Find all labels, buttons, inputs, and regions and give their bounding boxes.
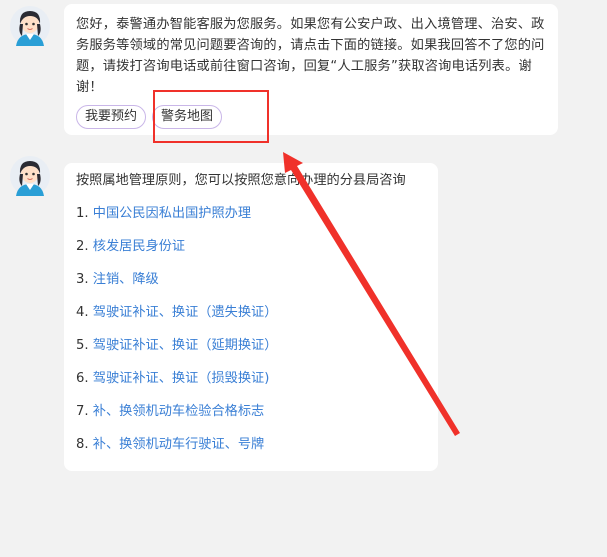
list-item[interactable]: 8. 补、换领机动车行驶证、号牌 <box>76 435 426 468</box>
item-number: 7. <box>76 404 89 419</box>
service-link[interactable]: 注销、降级 <box>93 272 159 287</box>
assistant-message-bubble: 按照属地管理原则，您可以按照您意向办理的分县局咨询 1. 中国公民因私出国护照办… <box>64 163 438 471</box>
service-link[interactable]: 驾驶证补证、换证（遗失换证） <box>93 305 278 320</box>
item-number: 2. <box>76 239 89 254</box>
welcome-message-text: 您好，泰警通办智能客服为您服务。如果您有公安户政、出入境管理、治安、政务服务等领… <box>76 17 545 95</box>
quick-reply-row: 我要预约 警务地图 <box>76 105 223 129</box>
district-intro-text: 按照属地管理原则，您可以按照您意向办理的分县局咨询 <box>76 173 406 188</box>
item-number: 4. <box>76 305 89 320</box>
service-link[interactable]: 核发居民身份证 <box>93 239 185 254</box>
police-map-button[interactable]: 警务地图 <box>152 105 223 129</box>
service-link[interactable]: 驾驶证补证、换证（延期换证） <box>93 338 278 353</box>
service-link[interactable]: 补、换领机动车检验合格标志 <box>93 404 264 419</box>
item-number: 5. <box>76 338 89 353</box>
item-number: 1. <box>76 206 89 221</box>
assistant-message-bubble: 您好，泰警通办智能客服为您服务。如果您有公安户政、出入境管理、治安、政务服务等领… <box>64 4 558 135</box>
service-link[interactable]: 驾驶证补证、换证（损毁换证) <box>93 371 270 386</box>
list-item[interactable]: 1. 中国公民因私出国护照办理 <box>76 204 426 237</box>
list-item[interactable]: 7. 补、换领机动车检验合格标志 <box>76 402 426 435</box>
item-number: 8. <box>76 437 89 452</box>
service-link-list: 1. 中国公民因私出国护照办理 2. 核发居民身份证 3. 注销、降级 4. 驾… <box>76 204 426 468</box>
list-item[interactable]: 5. 驾驶证补证、换证（延期换证） <box>76 336 426 369</box>
list-item[interactable]: 2. 核发居民身份证 <box>76 237 426 270</box>
item-number: 3. <box>76 272 89 287</box>
assistant-avatar-icon <box>10 156 50 196</box>
list-item[interactable]: 4. 驾驶证补证、换证（遗失换证） <box>76 303 426 336</box>
service-link[interactable]: 补、换领机动车行驶证、号牌 <box>93 437 264 452</box>
item-number: 6. <box>76 371 89 386</box>
assistant-avatar-icon <box>10 6 50 46</box>
list-item[interactable]: 6. 驾驶证补证、换证（损毁换证) <box>76 369 426 402</box>
service-link[interactable]: 中国公民因私出国护照办理 <box>93 206 251 221</box>
list-item[interactable]: 3. 注销、降级 <box>76 270 426 303</box>
appointment-button[interactable]: 我要预约 <box>76 105 147 129</box>
